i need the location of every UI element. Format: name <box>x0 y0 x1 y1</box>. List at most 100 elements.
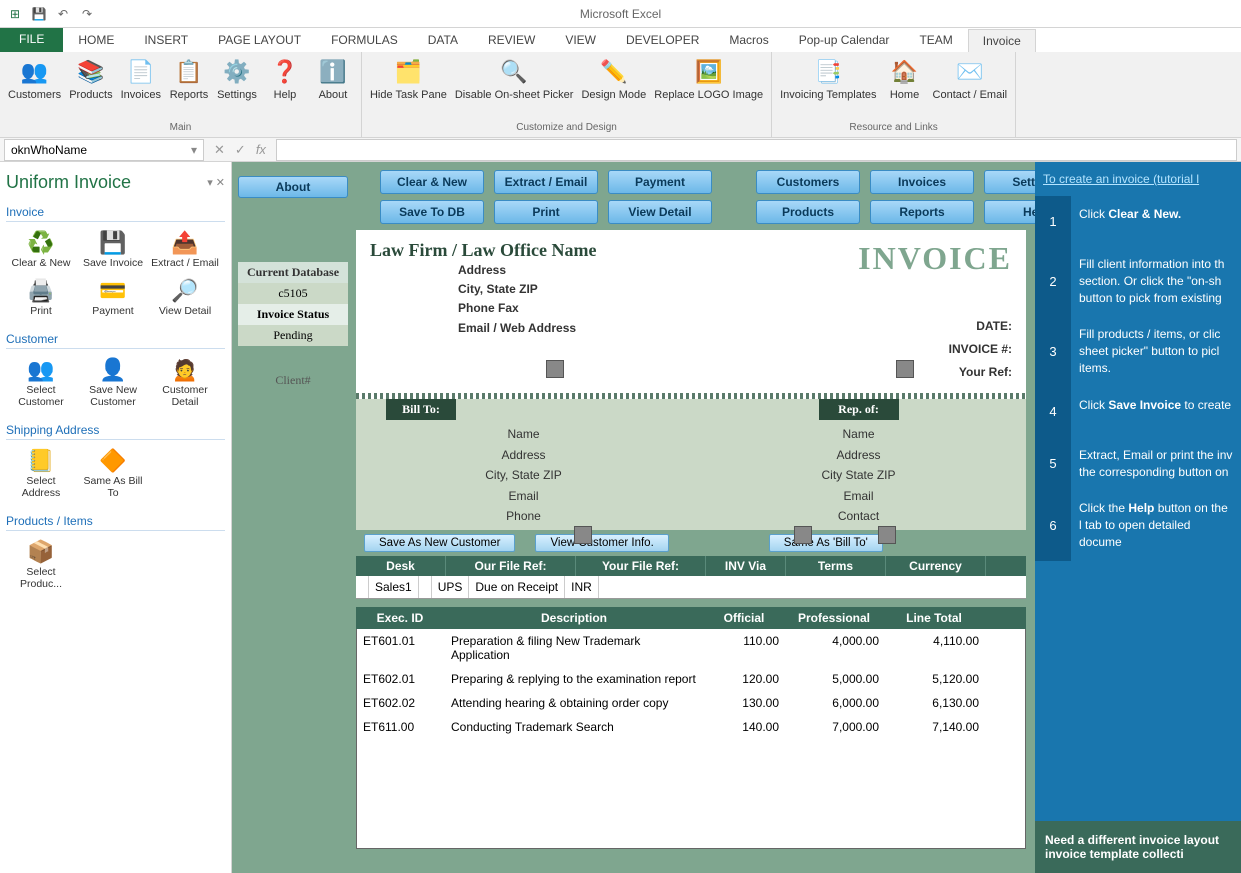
drag-handle[interactable] <box>546 360 564 378</box>
tab-home[interactable]: HOME <box>63 28 129 52</box>
sheet-clear-new[interactable]: Clear & New <box>380 170 484 194</box>
formula-bar: oknWhoName▾ ✕ ✓ fx <box>0 138 1241 162</box>
formula-input[interactable] <box>276 139 1237 161</box>
tab-insert[interactable]: INSERT <box>129 28 203 52</box>
drag-handle[interactable] <box>878 526 896 544</box>
rep-email[interactable]: Email <box>691 486 1026 506</box>
bill-address[interactable]: Address <box>356 445 691 465</box>
rep-name[interactable]: Name <box>691 424 1026 444</box>
sheet-products[interactable]: Products <box>756 200 860 224</box>
ribbon-settings[interactable]: ⚙️Settings <box>213 54 261 120</box>
title-bar: ⊞ 💾 ↶ ↷ Microsoft Excel <box>0 0 1241 28</box>
ribbon-design-mode[interactable]: ✏️Design Mode <box>577 54 650 120</box>
tp-save-invoice[interactable]: 💾Save Invoice <box>78 226 148 272</box>
tab-review[interactable]: REVIEW <box>473 28 550 52</box>
sheet-extract-email[interactable]: Extract / Email <box>494 170 598 194</box>
tp-save-new-customer[interactable]: 👤Save New Customer <box>78 353 148 411</box>
step-number: 2 <box>1035 246 1071 316</box>
ribbon-home[interactable]: 🏠Home <box>881 54 929 120</box>
ribbon-products[interactable]: 📚Products <box>65 54 116 120</box>
cancel-icon[interactable]: ✕ <box>214 142 225 158</box>
save-icon[interactable]: 💾 <box>30 5 48 23</box>
rep-address[interactable]: Address <box>691 445 1026 465</box>
image-icon: 🖼️ <box>693 56 725 88</box>
tutorial-step: 4Click Save Invoice to create <box>1035 387 1241 437</box>
drag-handle[interactable] <box>574 526 592 544</box>
tab-pagelayout[interactable]: PAGE LAYOUT <box>203 28 316 52</box>
sheet-about-button[interactable]: About <box>238 176 348 198</box>
ribbon-templates[interactable]: 📑Invoicing Templates <box>776 54 880 120</box>
rep-contact[interactable]: Contact <box>691 506 1026 526</box>
close-icon[interactable]: ✕ <box>216 177 225 189</box>
tp-select-address[interactable]: 📒Select Address <box>6 444 76 502</box>
detail-values[interactable]: Sales1 UPS Due on Receipt INR <box>356 576 1026 599</box>
bill-phone[interactable]: Phone <box>356 506 691 526</box>
step-text: Click Clear & New. <box>1071 196 1241 233</box>
sheet-customers[interactable]: Customers <box>756 170 860 194</box>
bill-name[interactable]: Name <box>356 424 691 444</box>
ribbon-hide-taskpane[interactable]: 🗂️Hide Task Pane <box>366 54 451 120</box>
firm-city: City, State ZIP <box>458 280 596 299</box>
sheet-view-detail[interactable]: View Detail <box>608 200 712 224</box>
drag-handle[interactable] <box>896 360 914 378</box>
tp-view-detail[interactable]: 🔎View Detail <box>150 274 220 320</box>
ribbon-reports[interactable]: 📋Reports <box>165 54 213 120</box>
rep-city[interactable]: City State ZIP <box>691 465 1026 485</box>
info-icon: ℹ️ <box>317 56 349 88</box>
tab-macros[interactable]: Macros <box>714 28 783 52</box>
sheet-save-db[interactable]: Save To DB <box>380 200 484 224</box>
items-body[interactable]: ET601.01Preparation & filing New Tradema… <box>356 629 1026 849</box>
tp-payment[interactable]: 💳Payment <box>78 274 148 320</box>
enter-icon[interactable]: ✓ <box>235 142 246 158</box>
search-icon: 🔍 <box>498 56 530 88</box>
tp-customer-detail[interactable]: 🙍Customer Detail <box>150 353 220 411</box>
tab-formulas[interactable]: FORMULAS <box>316 28 413 52</box>
same-as-bill-button[interactable]: Same As 'Bill To' <box>769 534 883 552</box>
sheet-payment[interactable]: Payment <box>608 170 712 194</box>
tp-same-as-bill[interactable]: 🔶Same As Bill To <box>78 444 148 502</box>
ribbon-replace-logo[interactable]: 🖼️Replace LOGO Image <box>650 54 767 120</box>
drag-handle[interactable] <box>794 526 812 544</box>
step-number: 1 <box>1035 196 1071 246</box>
tab-developer[interactable]: DEVELOPER <box>611 28 714 52</box>
payment-icon: 💳 <box>97 277 129 305</box>
tp-select-product[interactable]: 📦Select Produc... <box>6 535 76 593</box>
tutorial-link[interactable]: To create an invoice (tutorial l <box>1035 162 1241 196</box>
fx-icon[interactable]: fx <box>256 142 266 157</box>
bill-email[interactable]: Email <box>356 486 691 506</box>
save-new-customer-button[interactable]: Save As New Customer <box>364 534 515 552</box>
bill-city[interactable]: City, State ZIP <box>356 465 691 485</box>
sheet-reports[interactable]: Reports <box>870 200 974 224</box>
tp-print[interactable]: 🖨️Print <box>6 274 76 320</box>
ribbon-contact[interactable]: ✉️Contact / Email <box>929 54 1012 120</box>
pin-icon[interactable]: ▾ <box>207 177 213 189</box>
redo-icon[interactable]: ↷ <box>78 5 96 23</box>
people-icon: 👥 <box>19 56 51 88</box>
items-header: Exec. ID Description Official Profession… <box>356 607 1026 629</box>
tab-team[interactable]: TEAM <box>904 28 967 52</box>
tab-view[interactable]: VIEW <box>550 28 611 52</box>
tutorial-step: 2Fill client information into th section… <box>1035 246 1241 316</box>
worksheet[interactable]: About Clear & New Save To DB Extract / E… <box>232 162 1241 873</box>
sheet-invoices[interactable]: Invoices <box>870 170 974 194</box>
chevron-down-icon[interactable]: ▾ <box>191 143 197 157</box>
tp-select-customer[interactable]: 👥Select Customer <box>6 353 76 411</box>
item-row: ET602.01Preparing & replying to the exam… <box>357 667 1025 691</box>
tp-extract-email[interactable]: 📤Extract / Email <box>150 226 220 272</box>
name-box[interactable]: oknWhoName▾ <box>4 139 204 161</box>
view-customer-info-button[interactable]: View Customer Info. <box>535 534 668 552</box>
undo-icon[interactable]: ↶ <box>54 5 72 23</box>
tab-invoice[interactable]: Invoice <box>968 29 1036 52</box>
tp-clear-new[interactable]: ♻️Clear & New <box>6 226 76 272</box>
ribbon-invoices[interactable]: 📄Invoices <box>117 54 165 120</box>
ribbon-disable-picker[interactable]: 🔍Disable On-sheet Picker <box>451 54 578 120</box>
invoice-title: INVOICE <box>858 240 1012 277</box>
sheet-print[interactable]: Print <box>494 200 598 224</box>
tab-file[interactable]: FILE <box>0 26 63 52</box>
tab-data[interactable]: DATA <box>413 28 473 52</box>
tab-popup-calendar[interactable]: Pop-up Calendar <box>784 28 905 52</box>
ribbon-help[interactable]: ❓Help <box>261 54 309 120</box>
ribbon-about[interactable]: ℹ️About <box>309 54 357 120</box>
gear-icon: ⚙️ <box>221 56 253 88</box>
ribbon-customers[interactable]: 👥Customers <box>4 54 65 120</box>
